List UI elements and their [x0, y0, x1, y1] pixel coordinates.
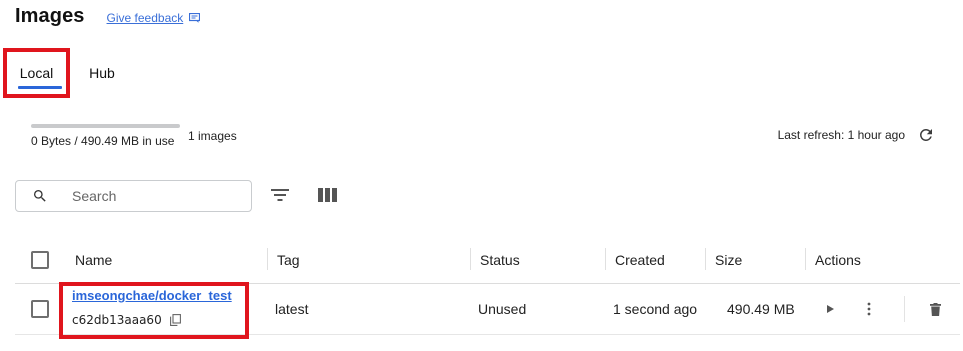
row-tag: latest — [275, 301, 309, 317]
row-checkbox[interactable] — [31, 300, 49, 318]
tab-local[interactable]: Local — [3, 48, 70, 98]
row-select-cell — [31, 284, 49, 334]
copy-icon — [169, 314, 181, 326]
table-row[interactable]: imseongchae/docker_test c62db13aaa60 lat… — [15, 282, 960, 339]
filter-icon[interactable] — [271, 188, 289, 202]
more-actions-button[interactable] — [867, 284, 871, 334]
delete-button[interactable] — [930, 284, 941, 334]
disk-usage-text: 0 Bytes / 490.49 MB in use — [31, 134, 175, 148]
row-status: Unused — [478, 301, 527, 317]
image-name-link[interactable]: imseongchae/docker_test — [72, 288, 232, 303]
run-button[interactable] — [825, 284, 835, 334]
actions-divider — [904, 296, 905, 322]
column-divider — [705, 248, 706, 270]
column-header-created[interactable]: Created — [615, 236, 665, 284]
active-tab-indicator — [18, 86, 62, 89]
refresh-button[interactable] — [917, 126, 935, 144]
select-all-cell — [31, 236, 49, 284]
give-feedback-link[interactable]: Give feedback — [107, 11, 201, 25]
column-divider — [805, 248, 806, 270]
row-created: 1 second ago — [613, 301, 698, 317]
column-divider — [470, 248, 471, 270]
columns-icon[interactable] — [318, 187, 337, 203]
run-icon — [827, 305, 834, 313]
last-refresh-text: Last refresh: 1 hour ago — [777, 128, 905, 142]
table-header: Name Tag Status Created Size Actions — [15, 236, 960, 284]
column-header-name[interactable]: Name — [75, 236, 112, 284]
tab-hub-label: Hub — [89, 65, 115, 81]
page-title: Images — [15, 5, 85, 27]
refresh-icon — [919, 128, 932, 141]
select-all-checkbox[interactable] — [31, 251, 49, 269]
tab-hub[interactable]: Hub — [82, 48, 122, 98]
image-id: c62db13aaa60 — [72, 313, 181, 327]
image-id-text: c62db13aaa60 — [72, 313, 162, 327]
disk-usage-bar — [31, 124, 180, 128]
search-icon — [32, 188, 48, 204]
delete-icon — [930, 302, 941, 316]
page-header: Images Give feedback — [15, 5, 201, 28]
give-feedback-label: Give feedback — [106, 11, 184, 25]
tab-local-label: Local — [19, 65, 54, 81]
column-header-tag[interactable]: Tag — [277, 236, 300, 284]
search-box[interactable] — [15, 180, 252, 212]
column-header-actions: Actions — [815, 252, 861, 268]
more-icon — [867, 302, 871, 316]
column-divider — [267, 248, 268, 270]
column-header-status[interactable]: Status — [480, 236, 520, 284]
row-size: 490.49 MB — [727, 301, 795, 317]
column-divider — [605, 248, 606, 270]
search-input[interactable] — [72, 188, 222, 204]
images-count: 1 images — [188, 129, 237, 143]
disk-usage: 0 Bytes / 490.49 MB in use — [31, 124, 180, 148]
column-header-size[interactable]: Size — [715, 236, 742, 284]
copy-id-button[interactable] — [169, 314, 181, 326]
feedback-icon — [189, 13, 201, 23]
last-refresh: Last refresh: 1 hour ago — [778, 126, 935, 144]
